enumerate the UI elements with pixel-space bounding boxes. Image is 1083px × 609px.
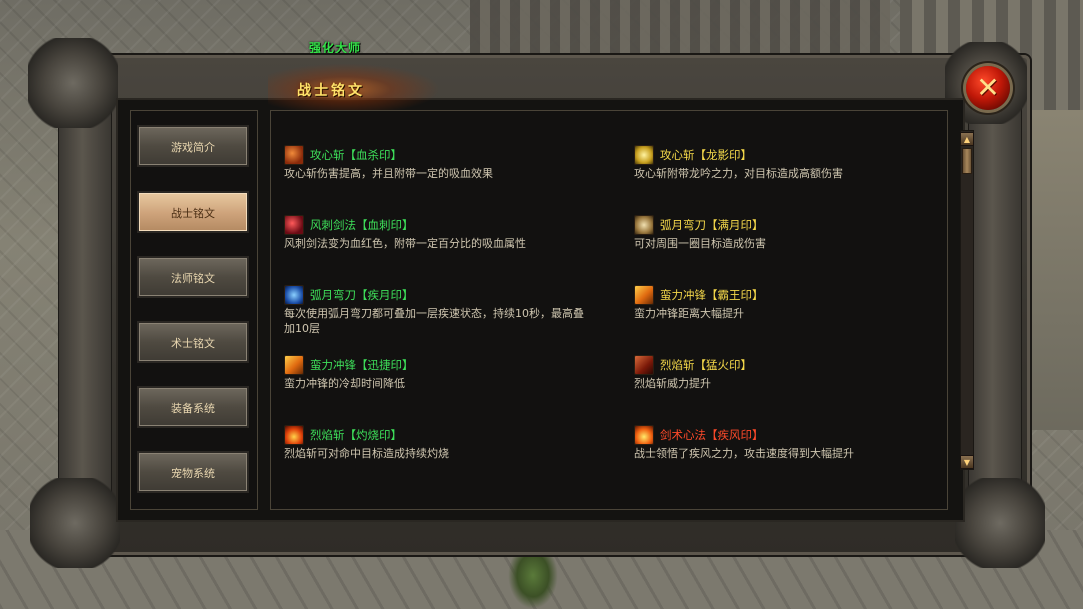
inscription-name: 蛮力冲锋【霸王印】 bbox=[660, 288, 764, 302]
list-item[interactable]: 弧月弯刀【满月印】 可对周围一圈目标造成伤害 bbox=[634, 215, 954, 251]
charge-overlord-icon bbox=[634, 285, 654, 305]
inscription-name: 风刺剑法【血刺印】 bbox=[310, 218, 414, 232]
menu-item-warrior-inscription[interactable]: 战士铭文 bbox=[137, 191, 249, 233]
dialog-title: 战士铭文 bbox=[297, 83, 365, 99]
fierce-fire-icon bbox=[634, 355, 654, 375]
inscription-desc: 战士领悟了疾风之力，攻击速度得到大幅提升 bbox=[634, 447, 854, 460]
inscription-desc: 烈焰斩威力提升 bbox=[634, 377, 711, 390]
arrow-up-icon: ▲ bbox=[963, 135, 971, 144]
list-item[interactable]: 烈焰斩【灼烧印】 烈焰斩可对命中目标造成持续灼烧 bbox=[284, 425, 604, 461]
inscription-name: 攻心斩【龙影印】 bbox=[660, 148, 752, 162]
close-button[interactable]: ✕ bbox=[966, 66, 1010, 110]
player-character[interactable] bbox=[508, 553, 558, 609]
inscription-name: 弧月弯刀【满月印】 bbox=[660, 218, 764, 232]
inscription-desc: 每次使用弧月弯刀都可叠加一层疾速状态，持续10秒，最高叠加10层 bbox=[284, 307, 584, 335]
menu-item-taoist-inscription[interactable]: 术士铭文 bbox=[137, 321, 249, 363]
list-item[interactable]: 蛮力冲锋【霸王印】 蛮力冲锋距离大幅提升 bbox=[634, 285, 954, 321]
scrollbar-thumb[interactable] bbox=[962, 148, 972, 174]
menu-item-equipment-system[interactable]: 装备系统 bbox=[137, 386, 249, 428]
inscription-name: 蛮力冲锋【迅捷印】 bbox=[310, 358, 414, 372]
dragon-skill-icon bbox=[634, 145, 654, 165]
list-item[interactable]: 烈焰斩【猛火印】 烈焰斩威力提升 bbox=[634, 355, 954, 391]
inscription-name: 攻心斩【血杀印】 bbox=[310, 148, 402, 162]
inscription-desc: 风刺剑法变为血红色，附带一定百分比的吸血属性 bbox=[284, 237, 526, 250]
arrow-down-icon: ▼ bbox=[963, 458, 971, 467]
list-item[interactable]: 风刺剑法【血刺印】 风刺剑法变为血红色，附带一定百分比的吸血属性 bbox=[284, 215, 604, 251]
menu-item-game-intro[interactable]: 游戏简介 bbox=[137, 125, 249, 167]
category-menu bbox=[130, 110, 258, 510]
swift-moon-icon bbox=[284, 285, 304, 305]
charge-swift-icon bbox=[284, 355, 304, 375]
inscription-name: 烈焰斩【灼烧印】 bbox=[310, 428, 402, 442]
scroll-up-button[interactable]: ▲ bbox=[960, 132, 974, 146]
inscription-desc: 烈焰斩可对命中目标造成持续灼烧 bbox=[284, 447, 449, 460]
scrollbar-track[interactable] bbox=[960, 130, 974, 470]
dragon-ornament-icon bbox=[28, 38, 118, 128]
slash-skill-icon bbox=[284, 145, 304, 165]
list-item[interactable]: 攻心斩【龙影印】 攻心斩附带龙吟之力，对目标造成高额伤害 bbox=[634, 145, 954, 181]
npc-name-label[interactable]: 强化大师 bbox=[309, 39, 389, 56]
gale-sword-icon bbox=[634, 425, 654, 445]
inscription-desc: 蛮力冲锋的冷却时间降低 bbox=[284, 377, 405, 390]
menu-item-pet-system[interactable]: 宠物系统 bbox=[137, 451, 249, 493]
dragon-ornament-icon bbox=[955, 478, 1045, 568]
menu-item-mage-inscription[interactable]: 法师铭文 bbox=[137, 256, 249, 298]
blood-thrust-icon bbox=[284, 215, 304, 235]
burn-icon bbox=[284, 425, 304, 445]
list-item[interactable]: 攻心斩【血杀印】 攻心斩伤害提高，并且附带一定的吸血效果 bbox=[284, 145, 604, 181]
inscription-name: 剑术心法【疾风印】 bbox=[660, 428, 764, 442]
list-item[interactable]: 蛮力冲锋【迅捷印】 蛮力冲锋的冷却时间降低 bbox=[284, 355, 604, 391]
inscription-name: 弧月弯刀【疾月印】 bbox=[310, 288, 414, 302]
inscription-desc: 攻心斩附带龙吟之力，对目标造成高额伤害 bbox=[634, 167, 843, 180]
full-moon-icon bbox=[634, 215, 654, 235]
inscription-name: 烈焰斩【猛火印】 bbox=[660, 358, 752, 372]
list-item[interactable]: 弧月弯刀【疾月印】 每次使用弧月弯刀都可叠加一层疾速状态，持续10秒，最高叠加1… bbox=[284, 285, 594, 336]
inscription-desc: 可对周围一圈目标造成伤害 bbox=[634, 237, 766, 250]
scroll-down-button[interactable]: ▼ bbox=[960, 455, 974, 469]
list-item[interactable]: 剑术心法【疾风印】 战士领悟了疾风之力，攻击速度得到大幅提升 bbox=[634, 425, 954, 461]
inscription-desc: 蛮力冲锋距离大幅提升 bbox=[634, 307, 744, 320]
dragon-ornament-icon bbox=[30, 478, 120, 568]
close-icon: ✕ bbox=[976, 71, 1000, 104]
inscription-desc: 攻心斩伤害提高，并且附带一定的吸血效果 bbox=[284, 167, 493, 180]
